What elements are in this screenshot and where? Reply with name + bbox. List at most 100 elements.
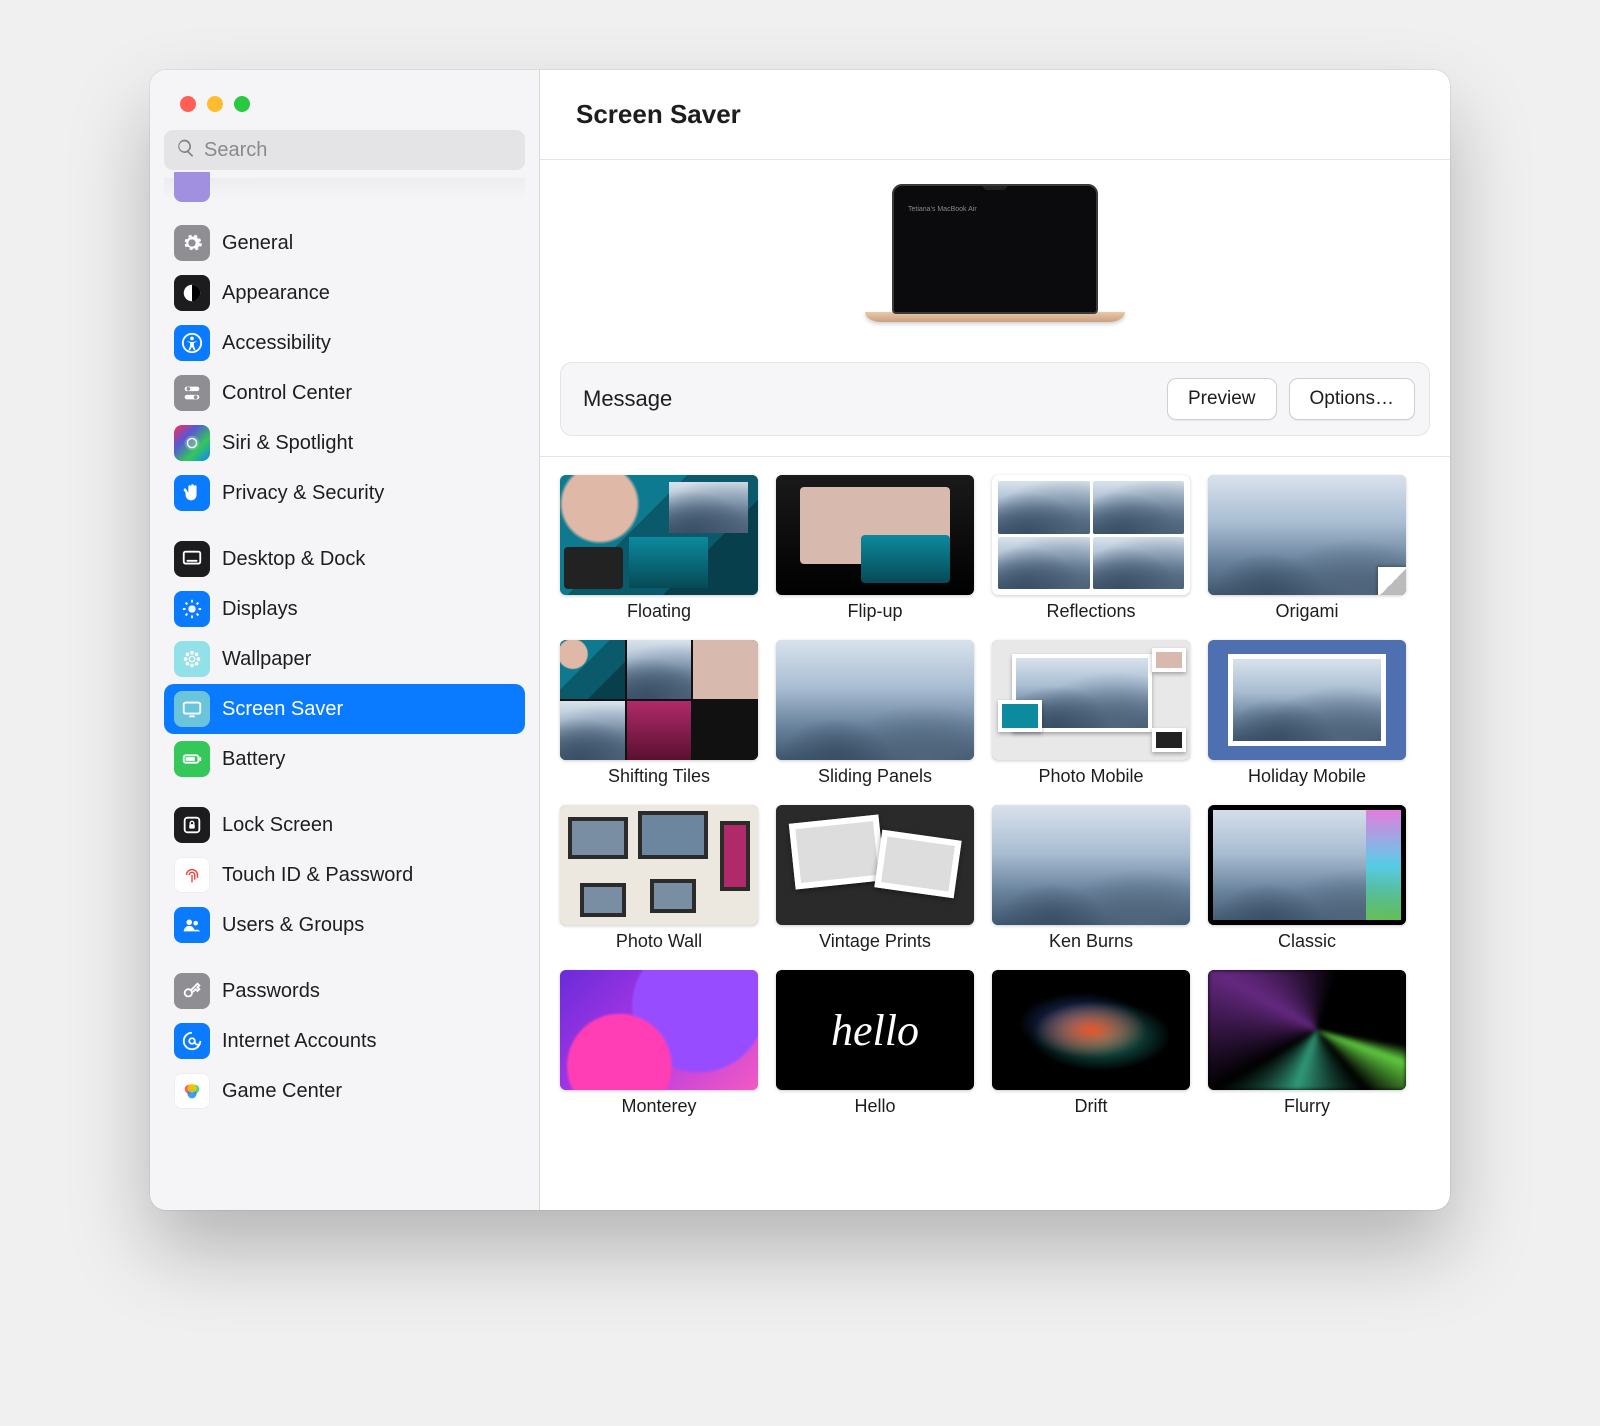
screensaver-option-monterey[interactable]: Monterey xyxy=(560,970,758,1117)
control-center-icon xyxy=(174,375,210,411)
sidebar-item-touch-id-password[interactable]: Touch ID & Password xyxy=(164,850,525,900)
window-controls xyxy=(150,70,539,130)
sidebar-item-general[interactable]: General xyxy=(164,218,525,268)
lock-icon xyxy=(174,807,210,843)
screensaver-option-photo-mobile[interactable]: Photo Mobile xyxy=(992,640,1190,787)
minimize-window-button[interactable] xyxy=(207,96,223,112)
screensaver-label: Classic xyxy=(1278,931,1336,952)
sidebar-item-label: Users & Groups xyxy=(222,914,364,937)
screensaver-label: Holiday Mobile xyxy=(1248,766,1366,787)
screensaver-label: Drift xyxy=(1075,1096,1108,1117)
screensaver-label: Shifting Tiles xyxy=(608,766,710,787)
sidebar-item-label: Appearance xyxy=(222,282,330,305)
sidebar-item-label: Lock Screen xyxy=(222,814,333,837)
screensaver-option-photo-wall[interactable]: Photo Wall xyxy=(560,805,758,952)
sidebar-item-label: Touch ID & Password xyxy=(222,864,413,887)
screensaver-label: Photo Mobile xyxy=(1038,766,1143,787)
at-icon xyxy=(174,1023,210,1059)
sidebar-item-wallpaper[interactable]: Wallpaper xyxy=(164,634,525,684)
screensaver-label: Flurry xyxy=(1284,1096,1330,1117)
sidebar-item-lock-screen[interactable]: Lock Screen xyxy=(164,800,525,850)
screensaver-thumbnail xyxy=(992,640,1190,760)
preview-button[interactable]: Preview xyxy=(1167,378,1277,420)
close-window-button[interactable] xyxy=(180,96,196,112)
sidebar-item-appearance[interactable]: Appearance xyxy=(164,268,525,318)
sidebar-item-siri-spotlight[interactable]: Siri & Spotlight xyxy=(164,418,525,468)
dock-icon xyxy=(174,541,210,577)
sidebar-item-label: Control Center xyxy=(222,382,352,405)
screensaver-option-drift[interactable]: Drift xyxy=(992,970,1190,1117)
displays-icon xyxy=(174,591,210,627)
screensaver-option-floating[interactable]: Floating xyxy=(560,475,758,622)
sidebar-item-label: Passwords xyxy=(222,980,320,1003)
screensaver-thumbnail xyxy=(776,475,974,595)
screensaver-thumbnail xyxy=(1208,475,1406,595)
screensaver-option-holiday-mobile[interactable]: Holiday Mobile xyxy=(1208,640,1406,787)
sidebar-item-label: Screen Saver xyxy=(222,698,343,721)
gamecenter-icon xyxy=(174,1073,210,1109)
sidebar-item-privacy-security[interactable]: Privacy & Security xyxy=(164,468,525,518)
screensaver-label: Hello xyxy=(854,1096,895,1117)
sidebar-item-label: Accessibility xyxy=(222,332,331,355)
page-title: Screen Saver xyxy=(576,99,741,130)
screensaver-thumbnail xyxy=(776,640,974,760)
screensaver-thumbnail xyxy=(560,640,758,760)
options-button[interactable]: Options… xyxy=(1289,378,1415,420)
sidebar-item-screen-saver[interactable]: Screen Saver xyxy=(164,684,525,734)
hand-icon xyxy=(174,475,210,511)
screensaver-label: Vintage Prints xyxy=(819,931,931,952)
sidebar-item-displays[interactable]: Displays xyxy=(164,584,525,634)
screensaver-thumbnail xyxy=(560,970,758,1090)
screensaver-thumbnail xyxy=(1208,805,1406,925)
screensaver-label: Sliding Panels xyxy=(818,766,932,787)
sidebar-item-label: Desktop & Dock xyxy=(222,548,365,571)
partial-icon xyxy=(174,172,210,202)
sidebar-item-internet-accounts[interactable]: Internet Accounts xyxy=(164,1016,525,1066)
screensaver-label: Origami xyxy=(1275,601,1338,622)
screensaver-grid: Floating Flip-up Reflections Origami Shiftin… xyxy=(540,457,1450,1141)
screensaver-label: Ken Burns xyxy=(1049,931,1133,952)
screensaver-option-ken-burns[interactable]: Ken Burns xyxy=(992,805,1190,952)
sidebar-item-accessibility[interactable]: Accessibility xyxy=(164,318,525,368)
sidebar-item-users-groups[interactable]: Users & Groups xyxy=(164,900,525,950)
screensaver-option-vintage-prints[interactable]: Vintage Prints xyxy=(776,805,974,952)
screensaver-label: Reflections xyxy=(1046,601,1135,622)
screensaver-thumbnail xyxy=(1208,640,1406,760)
content-scroll[interactable]: Tetiana's MacBook Air Message Preview Op… xyxy=(540,160,1450,1210)
preview-message-text: Tetiana's MacBook Air xyxy=(908,206,977,213)
screensaver-thumbnail xyxy=(992,805,1190,925)
screensaver-option-flip-up[interactable]: Flip-up xyxy=(776,475,974,622)
screensaver-option-origami[interactable]: Origami xyxy=(1208,475,1406,622)
sidebar-item-passwords[interactable]: Passwords xyxy=(164,966,525,1016)
search-field[interactable] xyxy=(164,130,525,170)
search-input[interactable] xyxy=(204,139,513,162)
sidebar-item-label: Siri & Spotlight xyxy=(222,432,353,455)
fullscreen-window-button[interactable] xyxy=(234,96,250,112)
sidebar-item-battery[interactable]: Battery xyxy=(164,734,525,784)
screensaver-label: Monterey xyxy=(621,1096,696,1117)
header: Screen Saver xyxy=(540,70,1450,160)
screensaver-option-hello[interactable]: hello Hello xyxy=(776,970,974,1117)
screensaver-option-reflections[interactable]: Reflections xyxy=(992,475,1190,622)
fingerprint-icon xyxy=(174,857,210,893)
screensaver-option-sliding-panels[interactable]: Sliding Panels xyxy=(776,640,974,787)
sidebar-item-control-center[interactable]: Control Center xyxy=(164,368,525,418)
screensaver-thumbnail xyxy=(560,805,758,925)
screensaver-thumbnail xyxy=(992,475,1190,595)
siri-icon xyxy=(174,425,210,461)
screensaver-thumbnail: hello xyxy=(776,970,974,1090)
laptop-screen: Tetiana's MacBook Air xyxy=(892,184,1098,314)
gear-icon xyxy=(174,225,210,261)
sidebar-item-label: General xyxy=(222,232,293,255)
sidebar-item-game-center[interactable]: Game Center xyxy=(164,1066,525,1116)
screensaver-option-shifting-tiles[interactable]: Shifting Tiles xyxy=(560,640,758,787)
screensaver-option-flurry[interactable]: Flurry xyxy=(1208,970,1406,1117)
sidebar-item-label: Displays xyxy=(222,598,298,621)
screensaver-option-classic[interactable]: Classic xyxy=(1208,805,1406,952)
search-icon xyxy=(176,138,196,163)
sidebar-item-desktop-dock[interactable]: Desktop & Dock xyxy=(164,534,525,584)
appearance-icon xyxy=(174,275,210,311)
screensaver-label: Flip-up xyxy=(847,601,902,622)
screensaver-thumbnail xyxy=(560,475,758,595)
sidebar-item-partial[interactable] xyxy=(164,178,525,202)
